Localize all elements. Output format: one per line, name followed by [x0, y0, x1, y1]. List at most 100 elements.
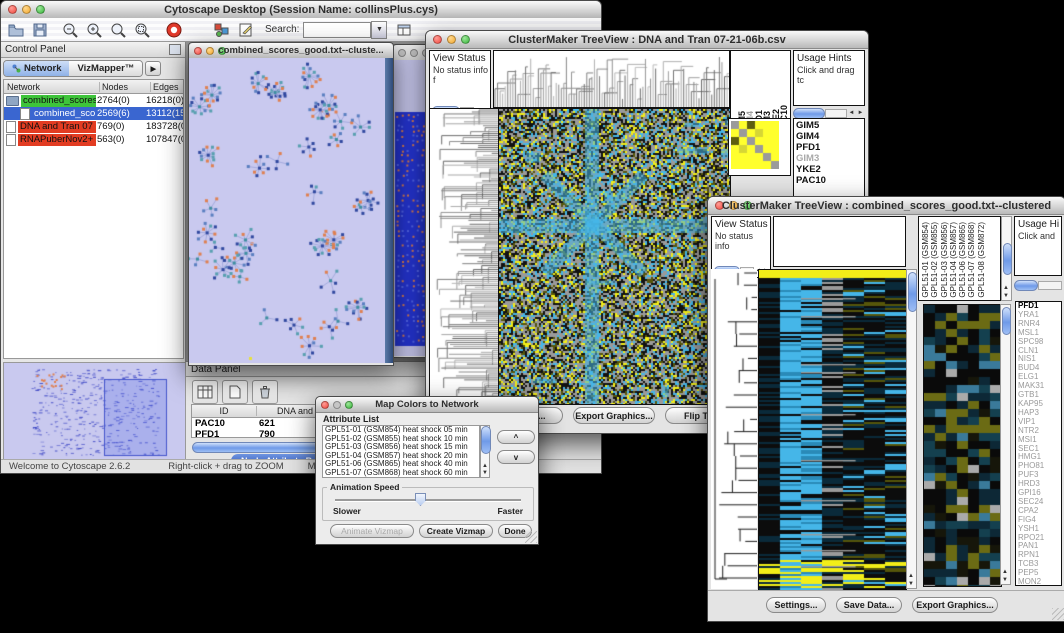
tv2-gene-dendrogram[interactable] [711, 269, 757, 589]
minimize-button[interactable] [333, 401, 341, 409]
open-file-button[interactable] [5, 20, 27, 40]
attribute-list[interactable]: GPL51-01 (GSM854) heat shock 05 minGPL51… [322, 425, 480, 478]
attribute-browser-icon-button[interactable] [393, 20, 415, 40]
zoom-button[interactable] [345, 401, 353, 409]
close-button[interactable] [321, 401, 329, 409]
vizmapper-icon-button[interactable] [211, 20, 233, 40]
search-dropdown-button[interactable]: ▼ [371, 21, 387, 39]
attribute-item[interactable]: GPL51-07 (GSM868) heat shock 60 min [323, 469, 479, 478]
dialog-titlebar[interactable]: Map Colors to Network [316, 397, 538, 413]
attr-col-id[interactable]: ID [192, 406, 257, 416]
gene-label[interactable]: MON2 [1016, 578, 1061, 586]
tv1-correlation-matrix[interactable] [731, 121, 779, 169]
save-button[interactable] [29, 20, 51, 40]
zoom-button[interactable] [36, 5, 45, 14]
array-label[interactable]: GPL51-01 (GSM854) [921, 222, 930, 298]
network-row-rnapuber[interactable]: RNAPuberNov2+ 563(0) 107847(0) [4, 133, 183, 146]
col-network[interactable]: Network [4, 82, 100, 92]
tab-vizmapper[interactable]: VizMapper™ [69, 61, 142, 76]
minimize-button[interactable] [447, 35, 456, 44]
array-label[interactable]: GPL51-07 (GSM868) [967, 222, 976, 298]
array-label[interactable]: GPL51-08 (GSM872) [977, 222, 986, 298]
speed-slider-track[interactable] [335, 499, 521, 502]
zoom-button[interactable] [461, 35, 470, 44]
export-graphics-button[interactable]: Export Graphics... [573, 407, 655, 424]
array-label[interactable]: GPL51-03 (GSM856) [940, 222, 949, 298]
move-down-button[interactable]: v [497, 450, 535, 464]
help-icon[interactable] [163, 20, 185, 40]
tv2-labels-scrollbar[interactable]: ▲ ▼ [1001, 216, 1012, 301]
new-attribute-icon[interactable] [222, 380, 248, 404]
network-row-selected[interactable]: combined_sco 2569(6) 13112(15) [4, 107, 183, 120]
speed-slider-thumb[interactable] [415, 493, 426, 506]
zoom-in-button[interactable] [83, 20, 105, 40]
network-overview[interactable] [3, 362, 186, 462]
zoom-out-button[interactable] [59, 20, 81, 40]
zoom-button[interactable] [218, 47, 226, 55]
array-label[interactable]: GPL51-02 (GSM855) [930, 222, 939, 298]
col-nodes[interactable]: Nodes [100, 82, 151, 92]
annotation-icon-button[interactable] [235, 20, 257, 40]
gene-label[interactable]: GIM3 [794, 153, 864, 164]
tv2-zoom-scrollbar[interactable]: ▲ ▼ [1000, 304, 1011, 585]
close-button[interactable] [398, 49, 406, 57]
close-button[interactable] [8, 5, 17, 14]
view-status-text: No status info f [430, 64, 490, 85]
tv2-gene-list[interactable]: PFD1YRA1RNR4MSL1SPC98CLN1NIS1BUD4ELG1MAK… [1015, 301, 1062, 586]
network1-titlebar[interactable]: combined_scores_good.txt--cluste... [189, 43, 393, 59]
resize-grip[interactable] [525, 531, 537, 543]
resize-grip[interactable] [1052, 608, 1064, 620]
tv1-hints-scrollbar[interactable]: ◄► [793, 108, 865, 118]
tv2-zoom-heatmap[interactable] [923, 304, 1002, 587]
main-titlebar[interactable]: Cytoscape Desktop (Session Name: collins… [1, 1, 601, 19]
delete-attribute-icon[interactable] [252, 380, 278, 404]
gene-label[interactable]: YKE2 [794, 164, 864, 175]
attribute-list-scrollbar[interactable]: ▲ ▼ [480, 425, 490, 478]
view-status-title: View Status [712, 217, 770, 230]
gene-label[interactable]: PAC10 [794, 175, 864, 186]
col-edges[interactable]: Edges [151, 82, 179, 92]
array-label[interactable]: GPL51-04 (GSM857) [949, 222, 958, 298]
desktop: Cytoscape Desktop (Session Name: collins… [0, 0, 1064, 633]
treeview2-titlebar[interactable]: ClusterMaker TreeView : combined_scores_… [708, 197, 1064, 215]
network-row-dna-tran[interactable]: DNA and Tran 07 769(0) 183728(0) [4, 120, 183, 133]
settings-button[interactable]: Settings... [766, 597, 826, 613]
save-data-button[interactable]: Save Data... [836, 597, 902, 613]
gene-label[interactable]: PFD1 [794, 142, 864, 153]
tv2-heatmap-scrollbar[interactable]: ▲ ▼ [906, 269, 917, 589]
create-vizmap-button[interactable]: Create Vizmap [419, 524, 493, 538]
float-panel-icon[interactable] [169, 44, 181, 55]
tv2-top-dendrogram-area[interactable] [773, 216, 906, 267]
close-button[interactable] [433, 35, 442, 44]
search-input[interactable] [303, 22, 371, 38]
zoom-actual-button[interactable] [107, 20, 129, 40]
tv1-heatmap[interactable] [498, 108, 731, 405]
tv2-array-labels[interactable]: GPL51-01 (GSM854)GPL51-02 (GSM855)GPL51-… [918, 216, 1001, 301]
network1-canvas[interactable] [189, 58, 385, 363]
gene-label[interactable]: GIM5 [794, 120, 864, 131]
attribute-select-icon[interactable] [192, 380, 218, 404]
tab-more-button[interactable]: ▶ [145, 61, 161, 76]
gene-label[interactable]: GIM4 [794, 131, 864, 142]
minimize-button[interactable] [729, 201, 738, 210]
tv1-gene-list[interactable]: GIM5GIM4PFD1GIM3YKE2PAC10 [793, 118, 865, 197]
animate-vizmap-button[interactable]: Animate Vizmap [330, 524, 414, 538]
tv2-hints-scrollbar[interactable] [1014, 280, 1062, 290]
close-button[interactable] [715, 201, 724, 210]
move-up-button[interactable]: ^ [497, 430, 535, 444]
minimize-button[interactable] [410, 49, 418, 57]
zoom-button[interactable] [743, 201, 752, 210]
view-status-text: No status info [712, 230, 770, 251]
network-table: Network Nodes Edges combined_scores 2764… [3, 79, 184, 359]
tab-network[interactable]: Network [4, 61, 69, 76]
tv1-top-dendrogram[interactable] [493, 50, 730, 108]
tv1-gene-dendrogram[interactable] [429, 108, 500, 405]
zoom-selected-button[interactable] [131, 20, 153, 40]
export-graphics-button[interactable]: Export Graphics... [912, 597, 998, 613]
network-row-combined-scores[interactable]: combined_scores 2764(0) 16218(0) [4, 94, 183, 107]
treeview1-titlebar[interactable]: ClusterMaker TreeView : DNA and Tran 07-… [426, 31, 868, 49]
close-button[interactable] [194, 47, 202, 55]
minimize-button[interactable] [22, 5, 31, 14]
minimize-button[interactable] [206, 47, 214, 55]
tv2-heatmap[interactable] [758, 269, 907, 591]
